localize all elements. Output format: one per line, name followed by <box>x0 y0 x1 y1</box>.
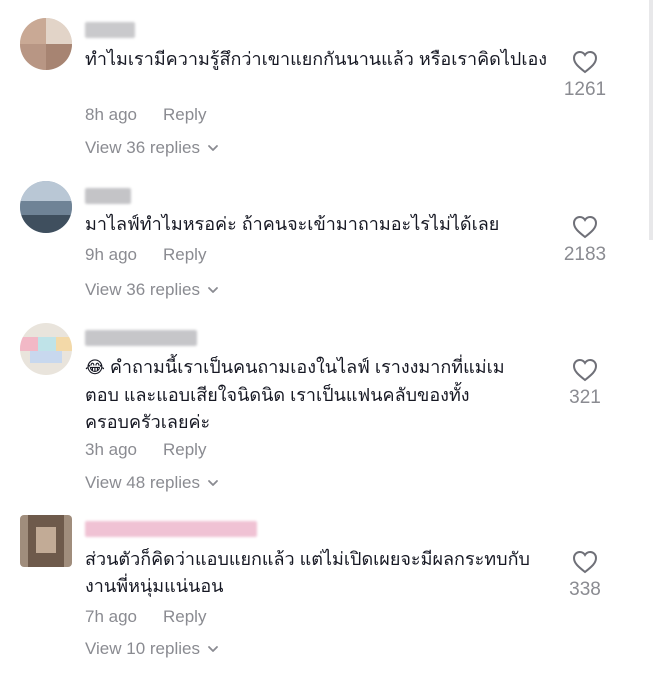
comment-meta: 9h ago Reply <box>85 245 206 265</box>
comment-time: 7h ago <box>85 607 137 626</box>
comment-meta: 8h ago Reply <box>85 105 206 125</box>
avatar[interactable] <box>20 181 72 233</box>
heart-outline-icon[interactable] <box>572 550 598 574</box>
view-replies-button[interactable]: View 36 replies <box>85 138 220 158</box>
chevron-down-icon <box>208 145 218 151</box>
username-blurred[interactable] <box>85 330 197 346</box>
comment-text: 😂 คำถามนี้เราเป็นคนถามเองในไลฟ์ เรางงมาก… <box>85 354 535 436</box>
view-replies-label: View 10 replies <box>85 639 200 658</box>
reply-button[interactable]: Reply <box>163 440 206 460</box>
comment-meta: 3h ago Reply <box>85 440 206 460</box>
view-replies-button[interactable]: View 48 replies <box>85 473 220 493</box>
like-count: 338 <box>569 579 601 600</box>
comment-text-body: คำถามนี้เราเป็นคนถามเองในไลฟ์ เรางงมากที… <box>85 357 505 432</box>
comment-time: 3h ago <box>85 440 137 459</box>
username-blurred[interactable] <box>85 22 135 38</box>
username-blurred[interactable] <box>85 521 257 537</box>
heart-outline-icon[interactable] <box>572 215 598 239</box>
like-group: 338 <box>555 550 615 601</box>
reply-button[interactable]: Reply <box>163 607 206 627</box>
view-replies-label: View 48 replies <box>85 473 200 492</box>
avatar[interactable] <box>20 515 72 567</box>
heart-outline-icon[interactable] <box>572 358 598 382</box>
comment-meta: 7h ago Reply <box>85 607 206 627</box>
comment-time: 9h ago <box>85 245 137 264</box>
reply-button[interactable]: Reply <box>163 105 206 125</box>
view-replies-label: View 36 replies <box>85 280 200 299</box>
view-replies-button[interactable]: View 10 replies <box>85 639 220 659</box>
comment-time: 8h ago <box>85 105 137 124</box>
heart-outline-icon[interactable] <box>572 50 598 74</box>
avatar[interactable] <box>20 18 72 70</box>
like-count: 2183 <box>563 244 607 265</box>
like-group: 1261 <box>555 50 615 101</box>
scrollbar[interactable] <box>649 0 653 240</box>
chevron-down-icon <box>208 287 218 293</box>
view-replies-button[interactable]: View 36 replies <box>85 280 220 300</box>
reply-button[interactable]: Reply <box>163 245 206 265</box>
avatar[interactable] <box>20 323 72 375</box>
comment-text: มาไลฟ์ทำไมหรอค่ะ ถ้าคนจะเข้ามาถามอะไรไม่… <box>85 214 500 234</box>
laughing-emoji-icon: 😂 <box>85 358 105 378</box>
like-count: 1261 <box>563 79 607 100</box>
comment-text: ทำไมเรามีความรู้สึกว่าเขาแยกกันนานแล้ว ห… <box>85 49 548 69</box>
like-group: 321 <box>555 358 615 409</box>
like-count: 321 <box>569 387 601 408</box>
comment-text: ส่วนตัวก็คิดว่าแอบแยกแล้ว แต่ไม่เปิดเผยจ… <box>85 549 530 596</box>
chevron-down-icon <box>208 480 218 486</box>
chevron-down-icon <box>208 646 218 652</box>
username-blurred[interactable] <box>85 188 131 204</box>
like-group: 2183 <box>555 215 615 266</box>
view-replies-label: View 36 replies <box>85 138 200 157</box>
